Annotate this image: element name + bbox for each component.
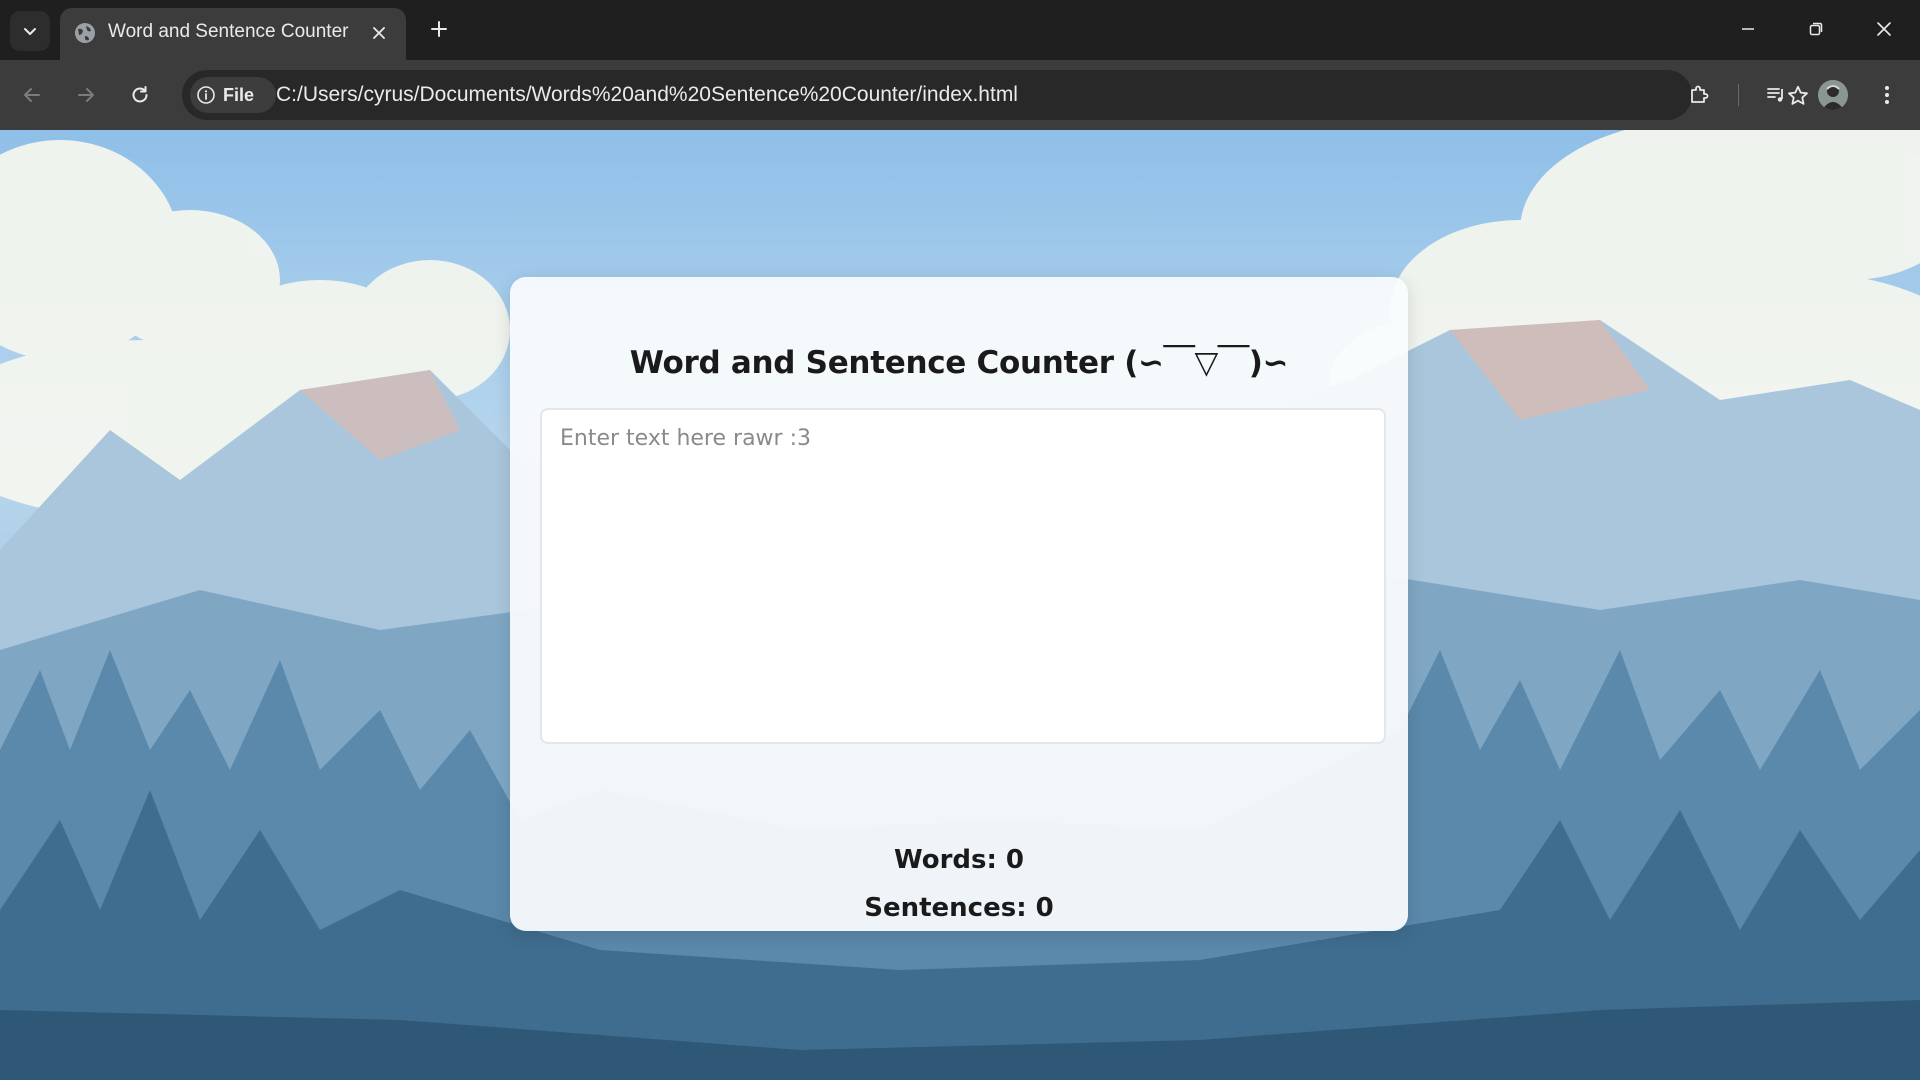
close-icon (373, 27, 385, 39)
address-bar[interactable]: File C:/Users/cyrus/Documents/Words%20an… (182, 70, 1808, 120)
extensions-button[interactable] (1680, 76, 1718, 114)
site-info-chip[interactable]: File (190, 77, 276, 113)
reload-icon (132, 86, 148, 103)
page-viewport: Word and Sentence Counter (∽￣▽￣)∽ Words:… (0, 130, 1920, 1080)
media-control-button[interactable] (1758, 76, 1796, 114)
arrow-right-icon (78, 88, 94, 102)
new-tab-button[interactable] (424, 14, 454, 44)
profile-picture (1818, 80, 1848, 110)
file-chip-label: File (223, 85, 255, 105)
tab-close-button[interactable] (366, 20, 392, 46)
close-window-button[interactable] (1850, 0, 1918, 58)
toolbar: File C:/Users/cyrus/Documents/Words%20an… (0, 60, 1920, 130)
text-input[interactable] (540, 408, 1386, 744)
back-button[interactable] (13, 76, 51, 114)
reload-button[interactable] (121, 76, 159, 114)
close-icon (1877, 22, 1891, 36)
globe-icon (75, 23, 95, 43)
counter-card: Word and Sentence Counter (∽￣▽￣)∽ Words:… (510, 277, 1408, 931)
url-text[interactable]: C:/Users/cyrus/Documents/Words%20and%20S… (276, 82, 1018, 108)
title-bar: Word and Sentence Counter (0, 0, 1920, 60)
sentence-count: Sentences: 0 (864, 893, 1054, 923)
page-title: Word and Sentence Counter (∽￣▽￣)∽ (629, 345, 1289, 381)
info-icon (197, 86, 215, 104)
media-control-icon (1767, 88, 1783, 102)
plus-icon (431, 21, 447, 37)
puzzle-icon (1691, 85, 1709, 103)
minimize-icon (1742, 28, 1754, 30)
forward-button[interactable] (67, 76, 105, 114)
tab-title: Word and Sentence Counter (108, 21, 349, 42)
restore-button[interactable] (1782, 0, 1850, 58)
tab-search-button[interactable] (10, 11, 50, 51)
minimize-button[interactable] (1714, 0, 1782, 58)
restore-icon (1809, 22, 1823, 36)
avatar[interactable] (1818, 80, 1848, 110)
menu-button[interactable] (1868, 76, 1906, 114)
kebab-menu-icon (1885, 86, 1889, 104)
toolbar-separator (1738, 84, 1739, 106)
arrow-left-icon (24, 88, 40, 102)
chevron-down-icon (24, 28, 36, 35)
word-count: Words: 0 (893, 845, 1025, 875)
browser-tab[interactable]: Word and Sentence Counter (60, 8, 406, 60)
